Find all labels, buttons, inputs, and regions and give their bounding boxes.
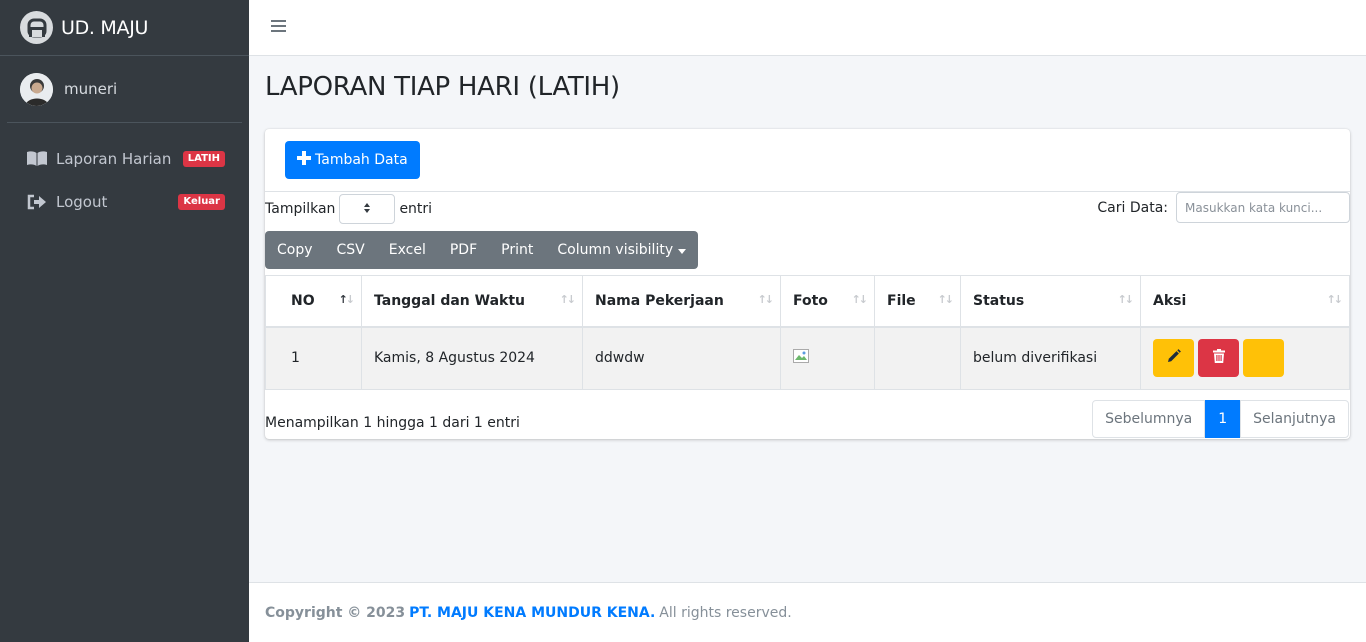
sidebar-nav: Laporan Harian LATIH Logout Keluar <box>0 137 249 223</box>
cell-tanggal: Kamis, 8 Agustus 2024 <box>361 326 583 390</box>
cell-status: belum diverifikasi <box>960 326 1141 390</box>
cell-foto <box>780 326 875 390</box>
footer: Copyright © 2023 PT. MAJU KENA MUNDUR KE… <box>249 582 1366 642</box>
cell-aksi <box>1140 326 1350 390</box>
broken-image-icon[interactable] <box>793 349 809 367</box>
select-updown-icon <box>363 202 371 217</box>
column-header-nama[interactable]: Nama Pekerjaan ↑↓ <box>582 275 781 328</box>
sort-icon: ↑↓ <box>757 293 775 306</box>
footer-company-link[interactable]: PT. MAJU KENA MUNDUR KENA. <box>409 605 655 621</box>
pagination-next[interactable]: Selanjutnya <box>1240 400 1349 438</box>
excel-button[interactable]: Excel <box>377 231 438 269</box>
column-header-no[interactable]: NO ↑↓ <box>265 275 362 328</box>
column-header-label: NO <box>291 292 315 309</box>
sidebar-item-label: Laporan Harian <box>56 149 172 168</box>
user-panel[interactable]: muneri <box>7 56 242 123</box>
sort-asc-icon: ↑↓ <box>338 293 356 306</box>
print-button[interactable]: Print <box>489 231 545 269</box>
cell-file <box>874 326 961 390</box>
caret-down-icon <box>678 242 687 258</box>
column-header-label: File <box>887 292 916 309</box>
brand-title: UD. MAJU <box>61 16 149 39</box>
pagination-page-1[interactable]: 1 <box>1205 400 1241 438</box>
badge-latih: LATIH <box>182 150 225 167</box>
column-header-label: Nama Pekerjaan <box>595 292 724 309</box>
cell-no-value: 1 <box>291 350 300 367</box>
trash-icon <box>1212 349 1225 367</box>
data-card: Tambah Data Tampilkan entri Cari Data: C… <box>265 129 1350 439</box>
edit-button[interactable] <box>1153 339 1194 378</box>
column-header-file[interactable]: File ↑↓ <box>874 275 961 328</box>
sort-icon: ↑↓ <box>1326 293 1344 306</box>
column-header-tanggal[interactable]: Tanggal dan Waktu ↑↓ <box>361 275 583 328</box>
sort-icon: ↑↓ <box>937 293 955 306</box>
export-button-group: Copy CSV Excel PDF Print Column visibili… <box>265 231 699 269</box>
table-row: 1 Kamis, 8 Agustus 2024 ddwdw belum dive… <box>265 326 1350 390</box>
brand-link[interactable]: UD. MAJU <box>0 0 249 56</box>
table-info: Menampilkan 1 hingga 1 dari 1 entri <box>265 415 520 431</box>
search-label: Cari Data: <box>1097 199 1168 216</box>
delete-button[interactable] <box>1198 339 1239 378</box>
footer-copyright: Copyright © 2023 <box>265 604 406 621</box>
plus-icon <box>297 151 311 169</box>
footer-rights: All rights reserved. <box>659 604 792 621</box>
sidebar: UD. MAJU muneri Laporan Harian LATIH Log… <box>0 0 249 642</box>
verify-button[interactable] <box>1243 339 1284 378</box>
length-prefix: Tampilkan <box>265 201 336 217</box>
add-data-button[interactable]: Tambah Data <box>285 141 420 179</box>
pagination-previous[interactable]: Sebelumnya <box>1092 400 1206 438</box>
column-visibility-label: Column visibility <box>557 242 674 258</box>
avatar <box>20 72 53 106</box>
column-header-label: Aksi <box>1153 292 1187 309</box>
cell-nama: ddwdw <box>582 326 781 390</box>
action-buttons <box>1153 339 1337 378</box>
copy-button[interactable]: Copy <box>265 231 325 269</box>
length-suffix: entri <box>399 201 433 217</box>
sort-icon: ↑↓ <box>1117 293 1135 306</box>
column-header-foto[interactable]: Foto ↑↓ <box>780 275 875 328</box>
pdf-button[interactable]: PDF <box>438 231 489 269</box>
badge-keluar: Keluar <box>178 193 225 210</box>
column-header-aksi[interactable]: Aksi ↑↓ <box>1140 275 1350 328</box>
user-name: muneri <box>64 80 118 98</box>
sidebar-item-laporan-harian[interactable]: Laporan Harian LATIH <box>0 137 249 180</box>
page-title: LAPORAN TIAP HARI (LATIH) <box>265 72 620 102</box>
column-header-label: Foto <box>793 292 828 309</box>
sort-icon: ↑↓ <box>851 293 869 306</box>
column-header-label: Status <box>973 292 1025 309</box>
column-visibility-button[interactable]: Column visibility <box>545 231 698 269</box>
column-header-label: Tanggal dan Waktu <box>374 292 525 309</box>
content-wrapper: LAPORAN TIAP HARI (LATIH) Tambah Data Ta… <box>249 56 1366 582</box>
csv-button[interactable]: CSV <box>325 231 377 269</box>
menu-toggle-icon[interactable] <box>271 17 287 38</box>
data-table: NO ↑↓ Tanggal dan Waktu ↑↓ Nama Pekerjaan ↑… <box>265 275 1350 390</box>
entries-select[interactable] <box>339 194 396 224</box>
entries-length: Tampilkan entri <box>265 194 432 224</box>
top-navbar <box>249 0 1366 56</box>
search-filter: Cari Data: <box>1097 192 1350 223</box>
cell-no: 1 <box>265 326 362 390</box>
pagination: Sebelumnya 1 Selanjutnya <box>1092 400 1349 438</box>
column-header-status[interactable]: Status ↑↓ <box>960 275 1141 328</box>
sidebar-item-label: Logout <box>56 192 108 211</box>
table-header-row: NO ↑↓ Tanggal dan Waktu ↑↓ Nama Pekerjaan ↑… <box>265 275 1350 328</box>
pencil-icon <box>1167 349 1181 367</box>
sidebar-item-logout[interactable]: Logout Keluar <box>0 180 249 223</box>
card-header: Tambah Data <box>265 129 1350 192</box>
sign-out-icon <box>26 194 48 210</box>
add-data-label: Tambah Data <box>315 152 408 168</box>
sort-icon: ↑↓ <box>559 293 577 306</box>
search-input[interactable] <box>1176 192 1350 223</box>
book-icon <box>26 150 48 167</box>
brand-logo-icon <box>20 11 53 44</box>
